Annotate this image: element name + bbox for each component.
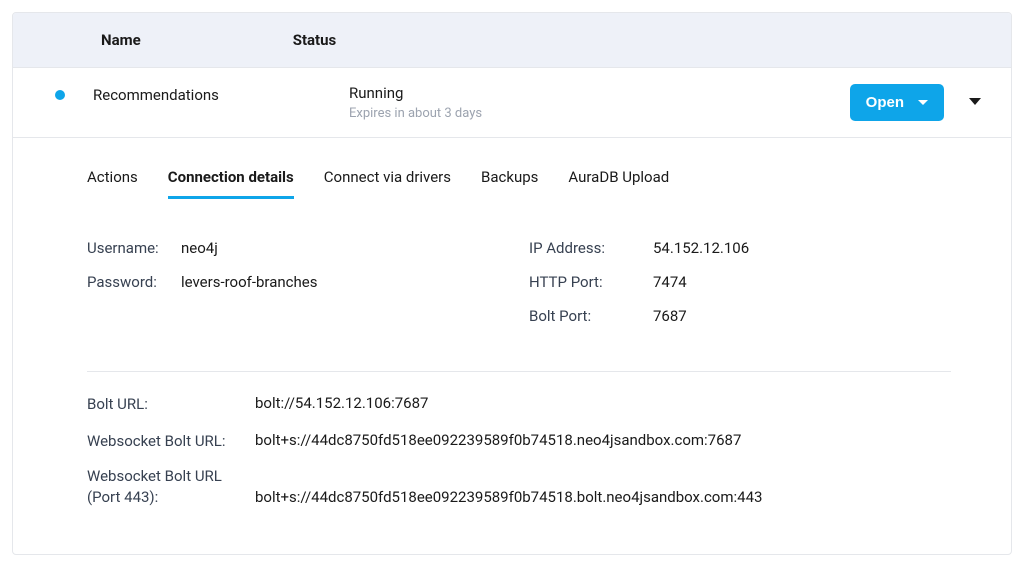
- tab-backups[interactable]: Backups: [481, 168, 538, 199]
- instance-panel: Name Status Recommendations Running Expi…: [12, 12, 1012, 555]
- ip-value: 54.152.12.106: [653, 239, 749, 257]
- password-value: levers-roof-branches: [181, 273, 317, 291]
- instance-name: Recommendations: [93, 84, 349, 104]
- username-label: Username:: [87, 239, 181, 257]
- username-value: neo4j: [181, 239, 218, 257]
- status-block: Running Expires in about 3 days: [349, 84, 850, 121]
- header-name: Name: [101, 31, 141, 49]
- http-port-row: HTTP Port: 7474: [529, 273, 951, 291]
- network-column: IP Address: 54.152.12.106 HTTP Port: 747…: [529, 239, 951, 341]
- tab-actions[interactable]: Actions: [87, 168, 138, 199]
- http-port-label: HTTP Port:: [529, 273, 653, 291]
- http-port-value: 7474: [653, 273, 687, 291]
- credentials-column: Username: neo4j Password: levers-roof-br…: [87, 239, 529, 341]
- ws-bolt-url-row: Websocket Bolt URL: bolt+s://44dc8750fd5…: [87, 431, 951, 452]
- caret-down-icon: [918, 100, 928, 105]
- bolt-url-value: bolt://54.152.12.106:7687: [255, 394, 951, 412]
- ip-label: IP Address:: [529, 239, 653, 257]
- bolt-port-value: 7687: [653, 307, 687, 325]
- bolt-url-row: Bolt URL: bolt://54.152.12.106:7687: [87, 394, 951, 415]
- tab-auradb-upload[interactable]: AuraDB Upload: [568, 168, 669, 199]
- status-expires: Expires in about 3 days: [349, 106, 850, 121]
- bolt-port-row: Bolt Port: 7687: [529, 307, 951, 325]
- table-header: Name Status: [13, 13, 1011, 68]
- connection-columns: Username: neo4j Password: levers-roof-br…: [87, 239, 951, 341]
- status-text: Running: [349, 84, 850, 102]
- instance-row: Recommendations Running Expires in about…: [13, 68, 1011, 138]
- tabs: Actions Connection details Connect via d…: [87, 168, 951, 199]
- ws-bolt-url-443-label: Websocket Bolt URL (Port 443):: [87, 466, 255, 508]
- ws-bolt-url-443-row: Websocket Bolt URL (Port 443): bolt+s://…: [87, 468, 951, 508]
- divider: [87, 371, 951, 372]
- bolt-url-label: Bolt URL:: [87, 394, 255, 415]
- status-dot-icon: [55, 90, 65, 100]
- open-button-label: Open: [866, 94, 904, 111]
- details-section: Actions Connection details Connect via d…: [13, 138, 1011, 554]
- bolt-port-label: Bolt Port:: [529, 307, 653, 325]
- expand-toggle-icon[interactable]: [969, 98, 981, 105]
- open-button[interactable]: Open: [850, 84, 944, 121]
- password-label: Password:: [87, 273, 181, 291]
- ws-bolt-url-value: bolt+s://44dc8750fd518ee092239589f0b7451…: [255, 431, 951, 449]
- ws-bolt-url-443-value: bolt+s://44dc8750fd518ee092239589f0b7451…: [255, 468, 951, 506]
- tab-connection-details[interactable]: Connection details: [168, 168, 294, 199]
- password-row: Password: levers-roof-branches: [87, 273, 529, 291]
- username-row: Username: neo4j: [87, 239, 529, 257]
- ws-bolt-url-label: Websocket Bolt URL:: [87, 431, 255, 452]
- header-status: Status: [293, 31, 337, 49]
- ip-row: IP Address: 54.152.12.106: [529, 239, 951, 257]
- tab-connect-via-drivers[interactable]: Connect via drivers: [324, 168, 451, 199]
